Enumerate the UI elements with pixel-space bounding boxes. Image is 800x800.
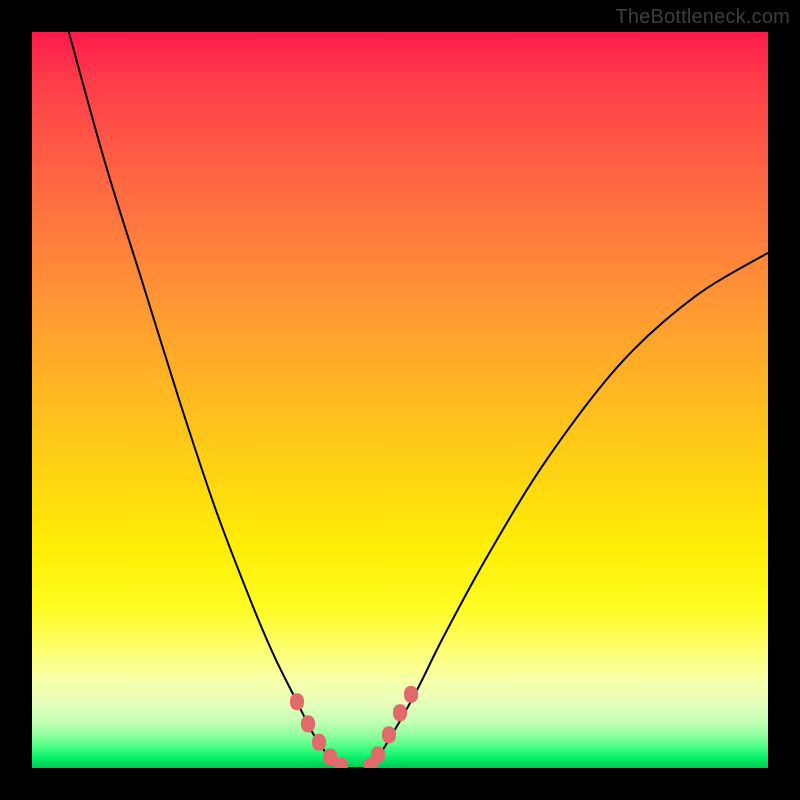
left-branch-curve bbox=[69, 32, 341, 768]
right-branch-curve bbox=[371, 253, 768, 768]
data-marker bbox=[302, 716, 315, 732]
chart-frame: TheBottleneck.com bbox=[0, 0, 800, 800]
data-marker bbox=[382, 727, 395, 743]
data-marker bbox=[405, 686, 418, 702]
marker-group bbox=[290, 686, 417, 768]
plot-area bbox=[32, 32, 768, 768]
data-marker bbox=[371, 747, 384, 763]
data-marker bbox=[290, 694, 303, 710]
data-marker bbox=[394, 705, 407, 721]
data-marker bbox=[313, 734, 326, 750]
data-marker bbox=[335, 758, 348, 768]
watermark-text: TheBottleneck.com bbox=[615, 6, 790, 29]
curve-layer bbox=[32, 32, 768, 768]
